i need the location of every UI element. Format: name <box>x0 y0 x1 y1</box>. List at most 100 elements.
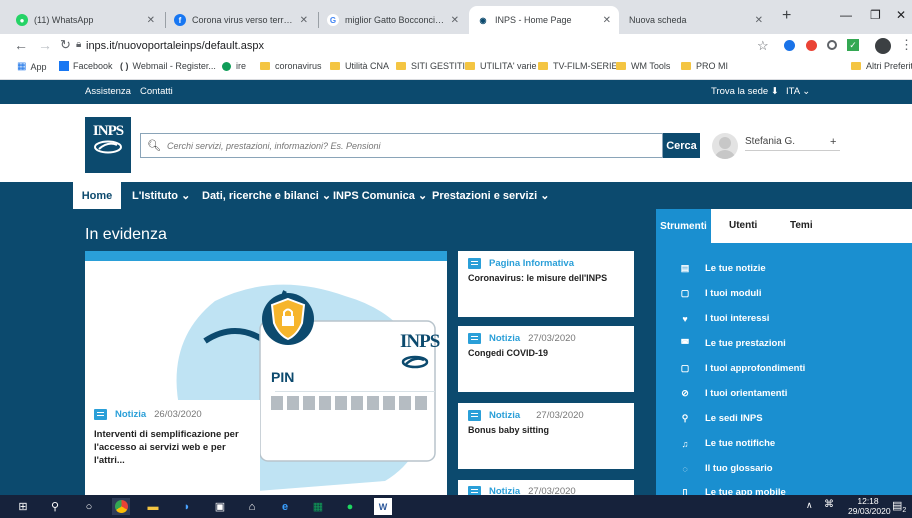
nav-prestazioni-servizi[interactable]: Prestazioni e servizi ⌄ <box>432 189 549 202</box>
windows-start-icon[interactable]: ⊞ <box>14 498 32 515</box>
card-accent-bar <box>85 251 447 261</box>
document-icon: ▢ <box>680 288 690 298</box>
tool-il-tuo-glossario[interactable]: ◌ Il tuo glossario <box>679 463 772 474</box>
news-card[interactable]: Notizia 27/03/2020 Bonus baby sitting <box>458 403 634 469</box>
chrome-icon[interactable] <box>112 498 130 515</box>
chevron-up-icon[interactable]: ∧ <box>806 500 813 511</box>
folder-icon <box>396 62 406 70</box>
phone-icon[interactable]: ▦ <box>309 498 327 515</box>
card-logo-swoosh-icon <box>401 355 429 369</box>
forward-icon[interactable]: → <box>38 37 52 53</box>
address-bar[interactable]: inps.it/nuovoportaleinps/default.aspx <box>86 40 264 52</box>
clock[interactable]: 12:18 29/03/2020 <box>848 496 891 516</box>
notification-center-icon[interactable]: ▤2 <box>892 499 906 514</box>
menu-icon[interactable]: ⋮ <box>900 37 912 53</box>
folder-icon <box>616 62 626 70</box>
tab-inps-home[interactable]: ◉ INPS - Home Page ✕ <box>469 6 619 34</box>
search-input[interactable] <box>164 139 662 152</box>
tab-utenti[interactable]: Utenti <box>729 220 757 231</box>
inps-logo-swoosh-icon <box>94 140 122 154</box>
user-name[interactable]: Stefania G. <box>745 136 795 147</box>
search-icon[interactable]: ⚲ <box>46 498 64 515</box>
bookmark-utilita-cna[interactable]: Utilità CNA <box>330 61 389 71</box>
nav-istituto[interactable]: L'Istituto ⌄ <box>132 189 190 202</box>
tool-le-tue-notizie[interactable]: ▤ Le tue notizie <box>679 263 766 274</box>
news-card[interactable]: Notizia 27/03/2020 Congedi COVID-19 <box>458 326 634 392</box>
tool-i-tuoi-orientamenti[interactable]: ⊘ I tuoi orientamenti <box>679 388 787 399</box>
windows-taskbar: ⊞ ⚲ ○ ▬ ◗ ▣ ⌂ e ▦ ● W ∧ ⌘ 12:18 29/03/20… <box>0 495 912 518</box>
star-icon[interactable]: ☆ <box>757 38 769 54</box>
reload-icon[interactable]: ↻ <box>60 37 71 53</box>
tool-le-sedi-inps[interactable]: ⚲ Le sedi INPS <box>679 413 763 424</box>
tool-i-tuoi-interessi[interactable]: ♥ I tuoi interessi <box>679 313 769 324</box>
extension-icon[interactable] <box>806 40 817 51</box>
trova-sede-link[interactable]: Trova la sede ⬇ <box>711 86 779 97</box>
edge-icon[interactable]: e <box>276 498 294 515</box>
profile-avatar[interactable] <box>875 38 891 54</box>
folder-icon <box>465 62 475 70</box>
assistenza-link[interactable]: Assistenza <box>85 86 131 97</box>
avatar[interactable] <box>712 133 738 159</box>
featured-news-card[interactable]: Notizia 26/03/2020 Interventi di semplifi… <box>85 400 260 495</box>
search-box: 🔍︎ <box>140 133 663 158</box>
word-icon[interactable]: W <box>374 498 392 515</box>
bookmark-pro-mi[interactable]: PRO MI <box>681 61 728 71</box>
spotify-icon[interactable]: ● <box>341 498 359 515</box>
close-tab-icon[interactable]: ✕ <box>300 15 308 26</box>
tab-temi[interactable]: Temi <box>790 220 813 231</box>
bookmark-tv-film-serie[interactable]: TV-FILM-SERIE <box>538 61 618 71</box>
bookmark-facebook[interactable]: Facebook <box>59 61 113 71</box>
tab-corona-virus[interactable]: f Corona virus verso terremoto... ✕ <box>166 6 316 34</box>
inbox-icon: ◚ <box>680 338 690 348</box>
new-tab-button[interactable]: + <box>782 7 791 25</box>
store-icon[interactable]: ⌂ <box>243 498 261 515</box>
checkmark-icon[interactable]: ✓ <box>847 39 859 51</box>
maximize-button[interactable]: ❐ <box>870 8 881 22</box>
compass-icon: ⊘ <box>681 388 689 398</box>
task-view-icon[interactable]: ○ <box>80 498 98 515</box>
onedrive-icon[interactable]: ◗ <box>178 498 196 515</box>
language-selector[interactable]: ITA ⌄ <box>786 86 810 97</box>
search-button[interactable]: Cerca <box>663 133 700 158</box>
bookmark-utilita-varie[interactable]: UTILITA' varie <box>465 61 537 71</box>
featured-news-title[interactable]: Interventi di semplificazione per l'acce… <box>94 428 251 467</box>
nav-dati-ricerche[interactable]: Dati, ricerche e bilanci ⌄ <box>202 189 331 202</box>
nav-inps-comunica[interactable]: INPS Comunica ⌄ <box>333 189 427 202</box>
close-tab-icon[interactable]: ✕ <box>147 15 155 26</box>
news-card[interactable]: Pagina Informativa Coronavirus: le misur… <box>458 251 634 317</box>
news-icon <box>468 332 481 344</box>
tool-le-tue-notifiche[interactable]: ♫ Le tue notifiche <box>679 438 776 449</box>
bookmark-siti-gestiti[interactable]: SITI GESTITI <box>396 61 465 71</box>
file-explorer-icon[interactable]: ▬ <box>144 498 162 515</box>
close-tab-icon[interactable]: ✕ <box>451 15 459 26</box>
extension-icon[interactable] <box>784 40 795 51</box>
tool-le-tue-prestazioni[interactable]: ◚ Le tue prestazioni <box>679 338 786 349</box>
close-tab-icon[interactable]: ✕ <box>755 15 763 26</box>
inps-logo[interactable]: INPS <box>85 117 131 173</box>
webmail-icon: ( ) <box>120 61 129 71</box>
network-icon[interactable]: ⌘ <box>824 499 834 510</box>
tool-i-tuoi-moduli[interactable]: ▢ I tuoi moduli <box>679 288 762 299</box>
tool-i-tuoi-approfondimenti[interactable]: ▢ I tuoi approfondimenti <box>679 363 806 374</box>
contatti-link[interactable]: Contatti <box>140 86 173 97</box>
news-card[interactable]: Notizia 27/03/2020 <box>458 480 634 497</box>
tab-whatsapp[interactable]: ● (11) WhatsApp ✕ <box>8 6 163 34</box>
bookmark-wm-tools[interactable]: WM Tools <box>616 61 670 71</box>
back-icon[interactable]: ← <box>14 37 28 53</box>
close-window-button[interactable]: ✕ <box>896 8 906 22</box>
bookmark-coronavirus[interactable]: coronavirus <box>260 61 322 71</box>
bookmark-ire[interactable]: ire <box>222 61 246 71</box>
tab-new[interactable]: Nuova scheda ✕ <box>621 6 771 34</box>
bookmark-apps[interactable]: ▦ App <box>17 61 46 72</box>
minimize-button[interactable]: — <box>840 8 852 22</box>
nav-home[interactable]: Home <box>73 182 121 209</box>
whatsapp-icon: ● <box>16 14 28 26</box>
camera-icon[interactable]: ▣ <box>211 498 229 515</box>
tab-google-search[interactable]: G miglior Gatto Bocconcini Pollo ✕ <box>319 6 467 34</box>
extension-icon[interactable] <box>827 40 837 50</box>
user-menu-plus-icon[interactable]: + <box>830 136 836 148</box>
bookmark-webmail[interactable]: ( ) Webmail - Register... <box>120 61 216 71</box>
tab-strumenti[interactable]: Strumenti <box>656 209 711 243</box>
close-tab-icon[interactable]: ✕ <box>603 15 611 26</box>
bookmark-other-favorites[interactable]: Altri Preferiti <box>851 61 912 71</box>
